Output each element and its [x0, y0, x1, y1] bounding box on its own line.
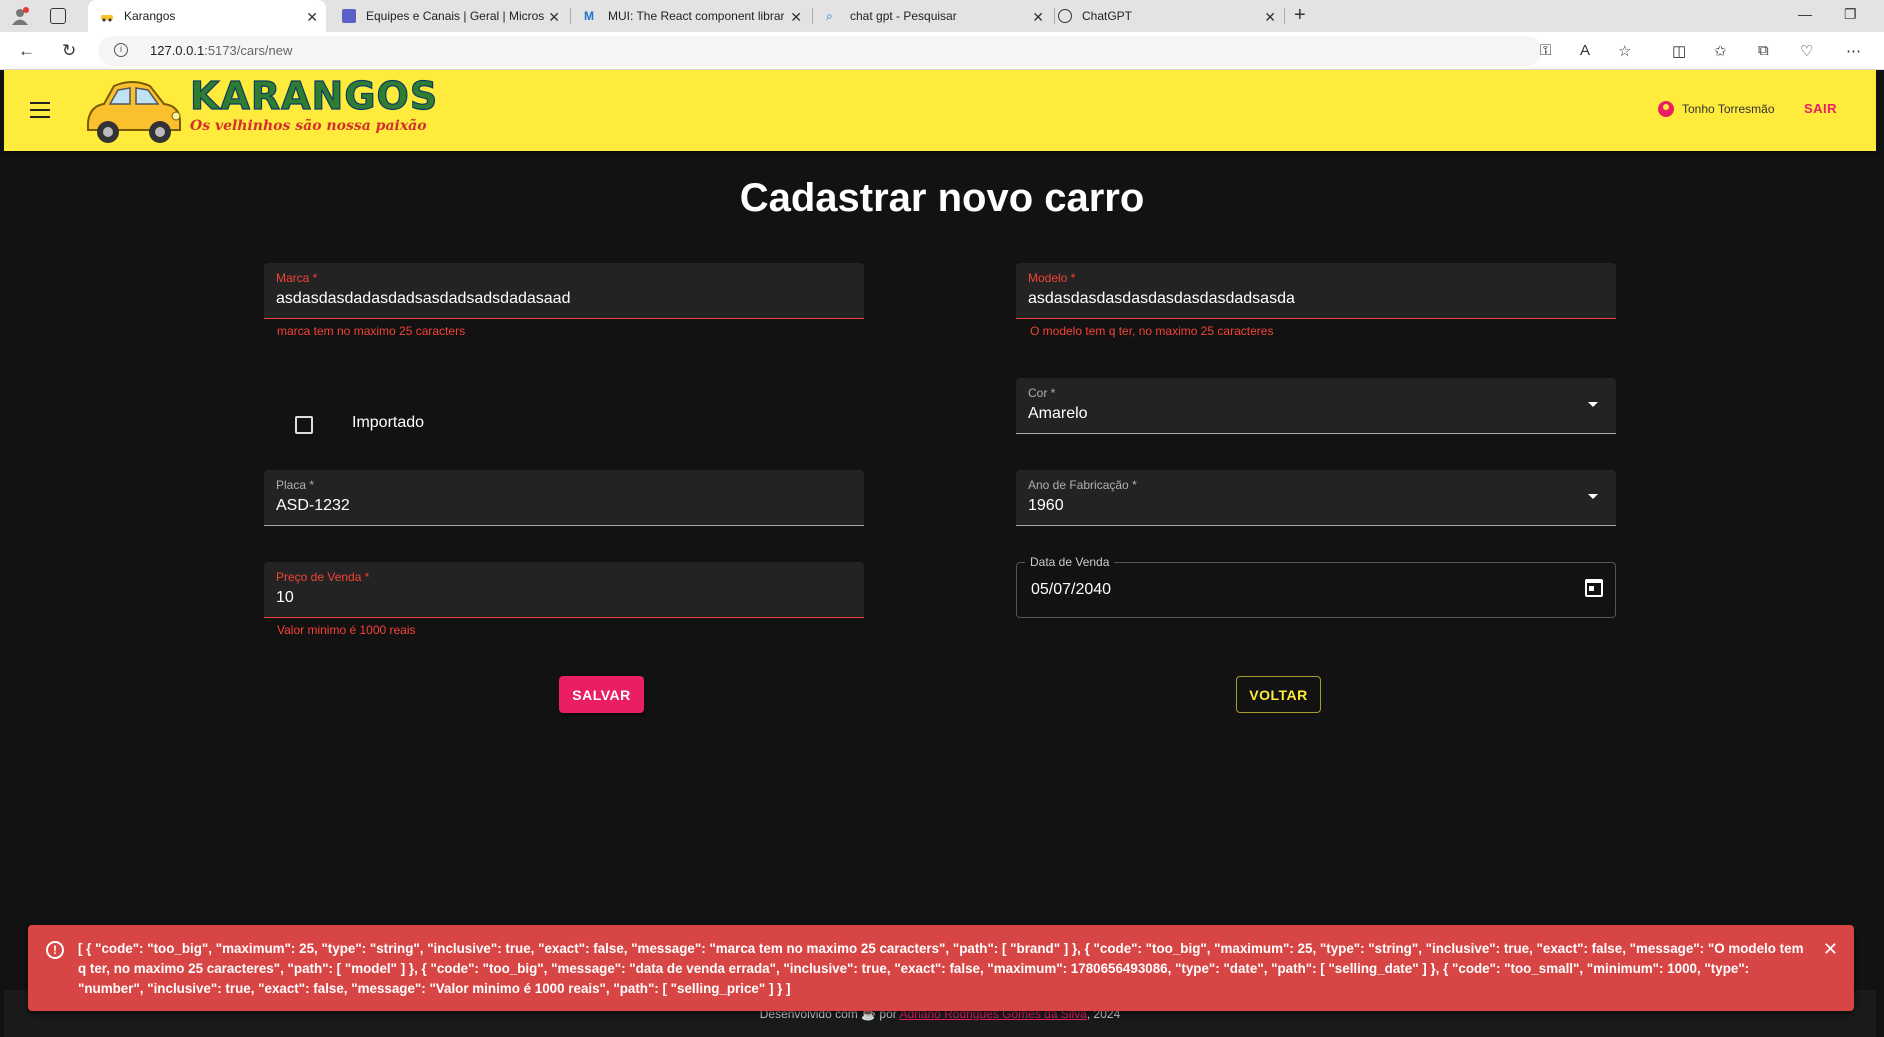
- chatgpt-favicon-icon: [1058, 9, 1072, 23]
- imported-checkbox[interactable]: [295, 416, 313, 434]
- site-info-icon[interactable]: i: [114, 43, 128, 57]
- minimize-icon[interactable]: —: [1798, 6, 1812, 22]
- brand-value[interactable]: asdasdasdadasdadsasdadsadsdadasaad: [276, 290, 570, 308]
- year-select[interactable]: Ano de Fabricação * 1960: [1016, 470, 1616, 526]
- favorite-star-icon[interactable]: ☆: [1618, 42, 1631, 60]
- tab-separator: [1284, 8, 1285, 24]
- tab-mui[interactable]: M MUI: The React component librar ✕: [572, 0, 810, 32]
- error-icon: !: [46, 941, 64, 959]
- browser-essentials-icon[interactable]: ♡: [1800, 42, 1813, 60]
- collections-icon[interactable]: ⧉: [1758, 42, 1769, 59]
- dropdown-arrow-icon[interactable]: [1588, 402, 1598, 407]
- url-host: 127.0.0.1: [150, 43, 205, 58]
- year-value[interactable]: 1960: [1028, 497, 1064, 515]
- model-label: Modelo *: [1028, 271, 1076, 285]
- close-tab-icon[interactable]: ✕: [548, 9, 560, 26]
- color-value[interactable]: Amarelo: [1028, 405, 1088, 423]
- app-bar: KARANGOS Os velhinhos são nossa paixão T…: [4, 70, 1876, 151]
- close-tab-icon[interactable]: ✕: [1264, 9, 1276, 26]
- color-select[interactable]: Cor * Amarelo: [1016, 378, 1616, 434]
- plate-label: Placa *: [276, 478, 315, 492]
- reload-icon[interactable]: ↻: [62, 41, 76, 61]
- key-icon[interactable]: ⚿: [1540, 42, 1551, 59]
- search-favicon-icon: ⌕: [826, 9, 833, 23]
- tab-title: MUI: The React component librar: [608, 9, 784, 23]
- close-icon[interactable]: ✕: [1823, 939, 1838, 960]
- logout-button[interactable]: SAIR: [1804, 101, 1837, 116]
- tab-teams[interactable]: Equipes e Canais | Geral | Micros ✕: [330, 0, 568, 32]
- page-title: Cadastrar novo carro: [739, 176, 1145, 220]
- tab-title: chat gpt - Pesquisar: [850, 9, 957, 23]
- mui-favicon-icon: M: [584, 9, 594, 23]
- plate-value[interactable]: ASD-1232: [276, 497, 350, 515]
- error-message: [ { "code": "too_big", "maximum": 25, "t…: [78, 941, 1804, 996]
- color-label: Cor *: [1028, 386, 1056, 400]
- brand-field[interactable]: Marca * asdasdasdadasdadsasdadsadsdadasa…: [264, 263, 864, 319]
- read-aloud-icon[interactable]: A: [1580, 42, 1590, 59]
- tab-title: Karangos: [124, 9, 176, 23]
- year-label: Ano de Fabricação *: [1028, 478, 1137, 492]
- close-tab-icon[interactable]: ✕: [790, 9, 802, 26]
- split-screen-icon[interactable]: ◫: [1672, 42, 1686, 60]
- browser-tab-bar: Karangos ✕ Equipes e Canais | Geral | Mi…: [0, 0, 1884, 32]
- tab-actions-icon[interactable]: [50, 8, 66, 24]
- tab-separator: [570, 8, 571, 24]
- sale-date-field[interactable]: Data de Venda 05/07/2040: [1016, 555, 1616, 618]
- price-label: Preço de Venda *: [276, 570, 370, 584]
- new-tab-icon[interactable]: +: [1294, 4, 1306, 27]
- close-tab-icon[interactable]: ✕: [306, 9, 318, 26]
- sale-date-value[interactable]: 05/07/2040: [1031, 581, 1111, 599]
- error-alert: ! [ { "code": "too_big", "maximum": 25, …: [28, 925, 1854, 1011]
- logo-subtitle: Os velhinhos são nossa paixão: [190, 118, 427, 134]
- price-field[interactable]: Preço de Venda * 10: [264, 562, 864, 618]
- calendar-icon[interactable]: [1585, 579, 1603, 597]
- menu-icon[interactable]: [30, 102, 50, 118]
- logo-title: KARANGOS: [189, 73, 439, 118]
- car-favicon-icon: [101, 15, 113, 22]
- tab-title: ChatGPT: [1082, 9, 1133, 23]
- restore-icon[interactable]: ❐: [1844, 6, 1857, 23]
- tab-title: Equipes e Canais | Geral | Micros: [366, 9, 545, 23]
- model-value[interactable]: asdasdasdasdasdasdasdasdadsasda: [1028, 290, 1295, 308]
- price-value[interactable]: 10: [276, 589, 294, 607]
- more-options-icon[interactable]: ⋯: [1846, 42, 1861, 60]
- tab-search[interactable]: ⌕ chat gpt - Pesquisar ✕: [814, 0, 1052, 32]
- account-icon: [1658, 101, 1674, 117]
- address-bar: ← ↻ i 127.0.0.1:5173/cars/new ⚿ A ☆ ◫ ✩ …: [0, 32, 1884, 70]
- user-name: Tonho Torresmão: [1682, 102, 1775, 116]
- url-field[interactable]: i 127.0.0.1:5173/cars/new: [98, 36, 1542, 66]
- dropdown-arrow-icon[interactable]: [1588, 494, 1598, 499]
- brand-error-text: marca tem no maximo 25 caracters: [277, 324, 466, 338]
- model-error-text: O modelo tem q ter, no maximo 25 caracte…: [1030, 324, 1274, 338]
- url-path: :5173/cars/new: [204, 43, 293, 58]
- brand-label: Marca *: [276, 271, 318, 285]
- back-icon[interactable]: ←: [18, 41, 35, 61]
- favorites-icon[interactable]: ✩: [1714, 42, 1727, 60]
- sale-date-label: Data de Venda: [1025, 555, 1115, 569]
- save-button[interactable]: SALVAR: [559, 676, 644, 713]
- price-error-text: Valor minimo é 1000 reais: [277, 623, 416, 637]
- tab-separator: [812, 8, 813, 24]
- car-logo-icon: [87, 81, 181, 143]
- imported-label[interactable]: Importado: [352, 414, 424, 432]
- close-tab-icon[interactable]: ✕: [1032, 9, 1044, 26]
- teams-favicon-icon: [342, 9, 356, 23]
- user-info: Tonho Torresmão: [1658, 101, 1775, 117]
- plate-field[interactable]: Placa * ASD-1232: [264, 470, 864, 526]
- url-text[interactable]: 127.0.0.1:5173/cars/new: [150, 43, 292, 58]
- back-button[interactable]: VOLTAR: [1236, 676, 1321, 713]
- logo[interactable]: KARANGOS Os velhinhos são nossa paixão: [80, 73, 438, 148]
- tab-chatgpt[interactable]: ChatGPT ✕: [1046, 0, 1284, 32]
- model-field[interactable]: Modelo * asdasdasdasdasdasdasdasdadsasda: [1016, 263, 1616, 319]
- tab-karangos[interactable]: Karangos ✕: [88, 0, 326, 32]
- profile-icon[interactable]: [10, 6, 30, 26]
